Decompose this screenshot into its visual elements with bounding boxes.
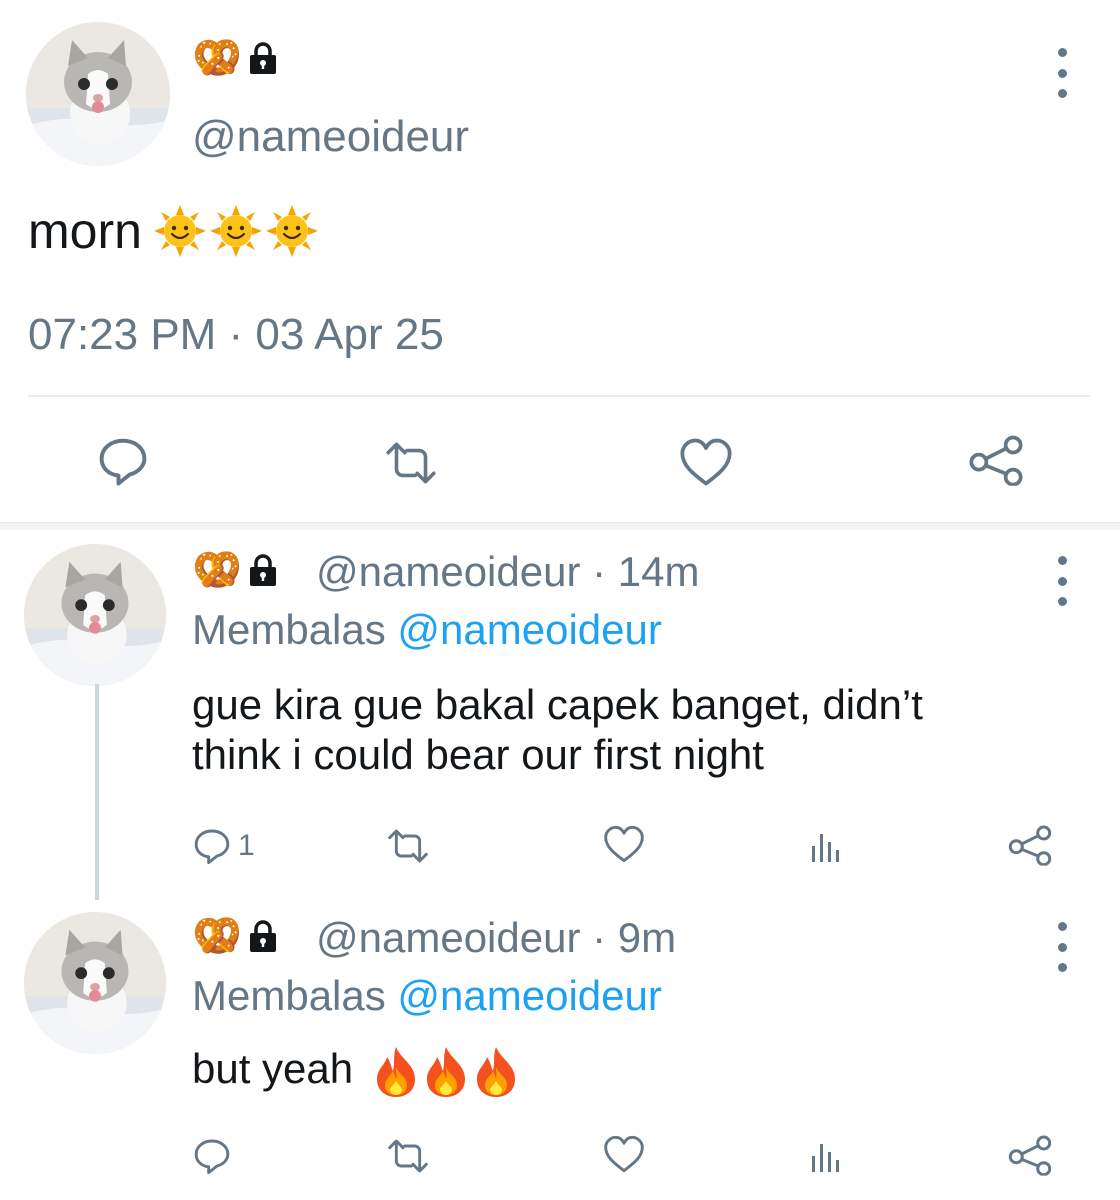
- dot: [1057, 576, 1067, 586]
- share-button[interactable]: [1006, 1134, 1054, 1176]
- like-icon: [602, 1134, 646, 1174]
- retweet-icon: [384, 826, 432, 866]
- user-handle[interactable]: @nameoideur: [192, 112, 469, 162]
- avatar[interactable]: [26, 22, 170, 166]
- tweet-action-bar: [0, 430, 1120, 494]
- name-badges: 🥨: [192, 38, 278, 78]
- replying-to: Membalas @nameoideur: [192, 606, 662, 654]
- share-icon: [1006, 1134, 1054, 1176]
- reply-icon: [192, 1136, 232, 1176]
- sun-face-emoji: [152, 203, 208, 259]
- lock-icon: [248, 41, 278, 75]
- reply-count: 1: [238, 829, 255, 862]
- replying-to: Membalas @nameoideur: [192, 972, 662, 1020]
- name-badges: 🥨: [192, 916, 278, 956]
- share-button[interactable]: [966, 434, 1026, 486]
- more-options-button[interactable]: [1052, 922, 1072, 972]
- tweet-timestamp: 07:23 PM · 03 Apr 25: [28, 310, 444, 359]
- sun-face-emoji: [264, 203, 320, 259]
- like-button[interactable]: [678, 436, 734, 488]
- analytics-icon: [806, 1136, 846, 1176]
- retweet-icon: [382, 438, 440, 488]
- share-icon: [1006, 824, 1054, 866]
- reply-text: but yeah: [192, 1044, 1072, 1099]
- analytics-icon: [806, 826, 846, 866]
- retweet-button[interactable]: [382, 438, 440, 488]
- cat-avatar-image: [26, 22, 170, 166]
- reply-icon: [96, 434, 150, 488]
- avatar[interactable]: [24, 544, 166, 686]
- tweet-text: morn: [28, 202, 320, 260]
- section-separator: [0, 522, 1120, 530]
- reply-text-line: gue kira gue bakal capek banget, didn’t: [192, 681, 923, 728]
- retweet-button[interactable]: [384, 1136, 432, 1176]
- tweet-text-body: morn: [28, 203, 142, 259]
- pretzel-emoji: 🥨: [192, 913, 242, 959]
- dot: [1057, 556, 1067, 565]
- dot: [1057, 922, 1067, 931]
- name-badges: 🥨: [192, 550, 278, 590]
- sun-emoji-group: [152, 203, 320, 259]
- dot: [1057, 48, 1067, 57]
- fire-emoji: [371, 1045, 421, 1099]
- more-options-button[interactable]: [1052, 48, 1072, 98]
- like-button[interactable]: [602, 824, 646, 864]
- cat-avatar-image: [24, 544, 166, 686]
- retweet-button[interactable]: [384, 826, 432, 866]
- reply-button[interactable]: [192, 1136, 232, 1176]
- dot: [1057, 942, 1067, 952]
- reply-text-line: think i could bear our first night: [192, 731, 764, 778]
- reply-text: gue kira gue bakal capek banget, didn’t …: [192, 680, 1072, 780]
- mention-link[interactable]: @nameoideur: [397, 606, 661, 653]
- like-icon: [678, 436, 734, 488]
- fire-emoji: [421, 1045, 471, 1099]
- pretzel-emoji: 🥨: [192, 35, 242, 81]
- dot: [1057, 89, 1067, 98]
- fire-emoji: [471, 1045, 521, 1099]
- handle-and-time[interactable]: @nameoideur · 14m: [316, 548, 699, 596]
- divider: [28, 395, 1090, 397]
- pretzel-emoji: 🥨: [192, 547, 242, 593]
- thread-connector-line: [95, 684, 99, 900]
- reply-text-line: but yeah: [192, 1045, 354, 1092]
- analytics-button[interactable]: [806, 826, 846, 866]
- reply-button[interactable]: [96, 434, 150, 488]
- replying-prefix: Membalas: [192, 606, 386, 653]
- like-button[interactable]: [602, 1134, 646, 1174]
- handle-and-time[interactable]: @nameoideur · 9m: [316, 914, 676, 962]
- like-icon: [602, 824, 646, 864]
- fire-emoji-group: [371, 1045, 521, 1099]
- dot: [1057, 597, 1067, 606]
- share-button[interactable]: [1006, 824, 1054, 866]
- replying-prefix: Membalas: [192, 972, 386, 1019]
- cat-avatar-image: [24, 912, 166, 1054]
- dot: [1057, 963, 1067, 972]
- sun-face-emoji: [208, 203, 264, 259]
- dot: [1057, 68, 1067, 78]
- mention-link[interactable]: @nameoideur: [397, 972, 661, 1019]
- reply-icon: [192, 826, 232, 866]
- lock-icon: [248, 553, 278, 587]
- lock-icon: [248, 919, 278, 953]
- share-icon: [966, 434, 1026, 486]
- reply-button[interactable]: 1: [192, 826, 255, 866]
- retweet-icon: [384, 1136, 432, 1176]
- analytics-button[interactable]: [806, 1136, 846, 1176]
- more-options-button[interactable]: [1052, 556, 1072, 606]
- avatar[interactable]: [24, 912, 166, 1054]
